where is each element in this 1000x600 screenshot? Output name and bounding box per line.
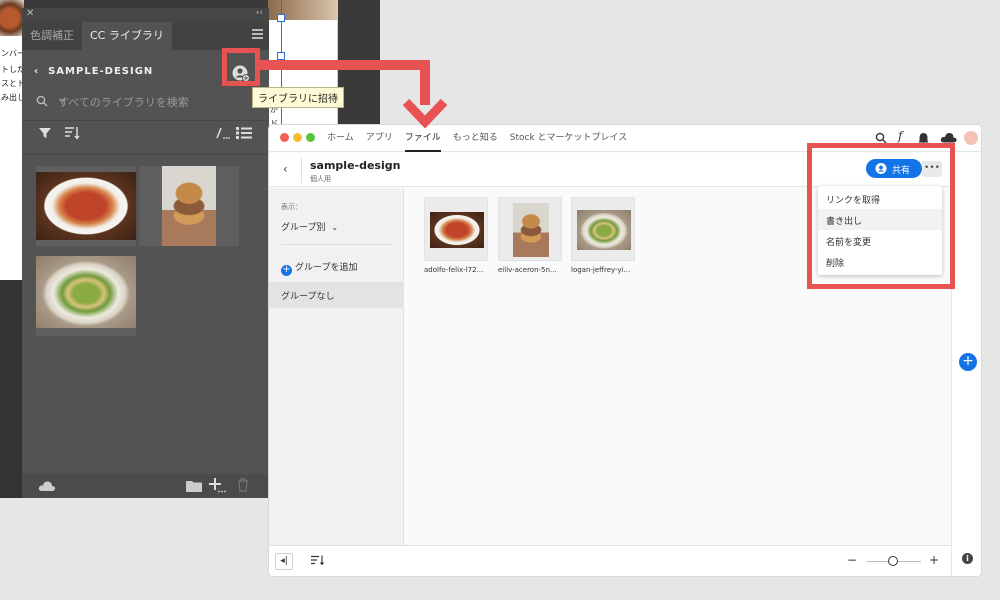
burger-thumbnail xyxy=(162,166,216,246)
tab-cc-libraries[interactable]: CC ライブラリ xyxy=(82,22,172,50)
nav-stock[interactable]: Stock とマーケットプレイス xyxy=(510,125,628,152)
library-name: SAMPLE-DESIGN xyxy=(48,66,154,77)
trash-icon[interactable] xyxy=(237,478,249,492)
tooltip: ライブラリに招待 xyxy=(252,87,344,108)
fonts-icon[interactable]: f xyxy=(898,129,902,143)
library-owner: 個人用 xyxy=(310,175,331,183)
divider xyxy=(301,157,302,183)
collapse-icon[interactable]: ‹‹ xyxy=(256,8,263,18)
callout-arrow-head xyxy=(402,98,448,128)
folder-icon[interactable] xyxy=(186,479,202,492)
selection-handle[interactable] xyxy=(277,52,285,60)
back-button[interactable]: ‹ xyxy=(283,162,288,176)
maximize-window-button[interactable] xyxy=(306,133,315,142)
divider xyxy=(281,244,392,245)
file-name: logan-jeffrey-yi... xyxy=(571,266,631,274)
main-nav: ホーム アプリ ファイル もっと知る Stock とマーケットプレイス xyxy=(327,125,639,152)
library-sidebar: 表示： グループ別 ⌄ + グループを追加 グループなし xyxy=(269,188,404,545)
file-thumbnail xyxy=(424,197,488,261)
burger-thumbnail xyxy=(513,203,549,257)
cloud-icon[interactable] xyxy=(940,132,957,143)
cloud-icon[interactable] xyxy=(38,480,56,492)
zoom-in-button[interactable]: + xyxy=(929,553,939,567)
add-icon: + xyxy=(281,264,292,276)
add-button[interactable]: + xyxy=(959,353,977,371)
library-asset-tile[interactable] xyxy=(36,166,136,246)
minimize-window-button[interactable] xyxy=(293,133,302,142)
display-value: グループ別 xyxy=(281,223,326,233)
nav-files[interactable]: ファイル xyxy=(404,125,441,152)
chevron-left-icon[interactable]: ‹ xyxy=(34,66,48,77)
chevron-down-icon[interactable]: ⌄ xyxy=(58,94,256,105)
close-icon[interactable]: ✕ xyxy=(26,8,34,19)
close-window-button[interactable] xyxy=(280,133,289,142)
library-title: sample-design xyxy=(310,159,401,172)
callout-arrow xyxy=(255,60,430,70)
panel-footer xyxy=(22,474,269,498)
panel-toolbar xyxy=(38,126,252,146)
right-rail: + i xyxy=(951,153,981,576)
file-thumbnail xyxy=(571,197,635,261)
zoom-out-button[interactable]: − xyxy=(847,553,857,567)
divider xyxy=(22,120,269,121)
panel-titlebar: ✕ ‹‹ xyxy=(22,8,269,22)
sort-icon[interactable] xyxy=(64,126,80,140)
chevron-down-icon: ⌄ xyxy=(331,223,339,232)
collapse-sidebar-button[interactable]: ◂| xyxy=(275,553,293,570)
library-asset-tile[interactable] xyxy=(139,166,239,246)
add-group-label: グループを追加 xyxy=(295,263,358,273)
document-page-left: ンバー トした スとト み出し xyxy=(0,0,24,280)
file-card[interactable]: adolfo-felix-l72... xyxy=(424,197,488,274)
add-group-button[interactable]: + グループを追加 xyxy=(281,260,357,276)
divider xyxy=(22,154,269,155)
file-card[interactable]: eiliv-aceron-5n... xyxy=(498,197,562,274)
panel-tabs: 色調補正 CC ライブラリ xyxy=(22,22,269,50)
document-text: み出し xyxy=(1,93,24,102)
document-text: ンバー xyxy=(1,49,24,58)
library-footer: ◂| − + xyxy=(269,545,951,576)
file-card[interactable]: logan-jeffrey-yi... xyxy=(571,197,635,274)
nav-home[interactable]: ホーム xyxy=(327,125,354,152)
avatar[interactable] xyxy=(964,131,978,145)
salad-thumbnail xyxy=(36,256,136,328)
document-text: スとト xyxy=(1,79,24,88)
search-icon xyxy=(36,95,48,107)
callout-highlight xyxy=(807,143,955,289)
nav-discover[interactable]: もっと知る xyxy=(453,125,498,152)
tab-adjustments[interactable]: 色調補正 xyxy=(22,22,82,50)
info-icon[interactable]: i xyxy=(962,553,973,564)
file-name: adolfo-felix-l72... xyxy=(424,266,484,274)
list-view-icon[interactable] xyxy=(236,126,252,140)
library-breadcrumb[interactable]: ‹ SAMPLE-DESIGN xyxy=(34,66,153,77)
nav-apps[interactable]: アプリ xyxy=(366,125,393,152)
pasta-thumbnail xyxy=(36,172,136,240)
library-search[interactable]: すべてのライブラリを検索 ⌄ xyxy=(36,92,252,112)
sidebar-item-no-group[interactable]: グループなし xyxy=(269,282,404,308)
file-thumbnail xyxy=(498,197,562,261)
pasta-thumbnail xyxy=(430,212,484,248)
filter-icon[interactable] xyxy=(38,126,52,140)
library-asset-tile[interactable] xyxy=(36,256,136,336)
path-icon[interactable] xyxy=(214,126,230,140)
zoom-slider-handle[interactable] xyxy=(888,556,898,566)
file-name: eiliv-aceron-5n... xyxy=(498,266,557,274)
display-label: 表示： xyxy=(281,203,302,211)
document-photo xyxy=(0,0,24,36)
salad-thumbnail xyxy=(577,210,631,250)
document-text: トした xyxy=(1,65,24,74)
panel-menu-icon[interactable] xyxy=(252,29,263,39)
add-icon[interactable] xyxy=(208,477,226,493)
selection-handle[interactable] xyxy=(277,14,285,22)
display-select[interactable]: グループ別 ⌄ xyxy=(281,220,338,233)
sort-icon[interactable] xyxy=(311,555,325,565)
